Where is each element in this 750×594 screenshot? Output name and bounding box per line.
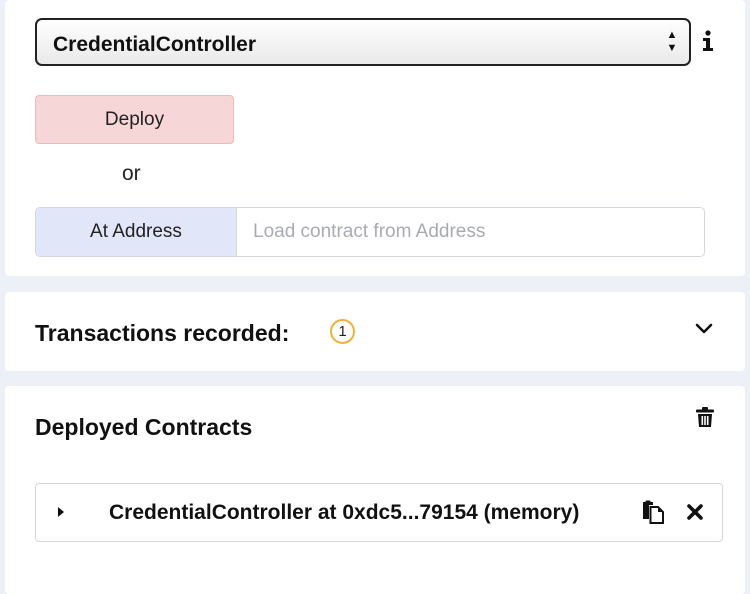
chevron-down-icon[interactable] xyxy=(695,322,713,336)
deploy-panel: CredentialController ▲ ▼ Deploy or At Add… xyxy=(5,0,745,276)
trash-icon[interactable] xyxy=(695,406,715,428)
at-address-button[interactable]: At Address xyxy=(36,208,237,256)
close-icon[interactable] xyxy=(686,503,704,521)
transactions-count-badge: 1 xyxy=(330,319,355,344)
deploy-button[interactable]: Deploy xyxy=(35,95,234,144)
copy-icon[interactable] xyxy=(641,500,665,524)
transactions-panel[interactable]: Transactions recorded: 1 xyxy=(5,292,745,371)
contract-select-value: CredentialController xyxy=(53,33,257,56)
transactions-title: Transactions recorded: xyxy=(35,320,290,346)
or-label: or xyxy=(122,162,141,185)
contract-select[interactable]: CredentialController ▲ ▼ xyxy=(35,18,691,66)
deployed-contracts-title: Deployed Contracts xyxy=(35,414,253,440)
at-address-group: At Address xyxy=(35,207,705,257)
address-input[interactable] xyxy=(237,208,703,256)
contract-instance-label: CredentialController at 0xdc5...79154 (m… xyxy=(109,501,580,524)
sort-arrows-icon: ▲ ▼ xyxy=(666,29,678,54)
info-icon[interactable] xyxy=(701,30,715,52)
deployed-contracts-panel: Deployed Contracts CredentialController … xyxy=(5,386,745,594)
caret-right-icon[interactable] xyxy=(57,506,65,518)
contract-instance-row[interactable]: CredentialController at 0xdc5...79154 (m… xyxy=(35,483,723,542)
